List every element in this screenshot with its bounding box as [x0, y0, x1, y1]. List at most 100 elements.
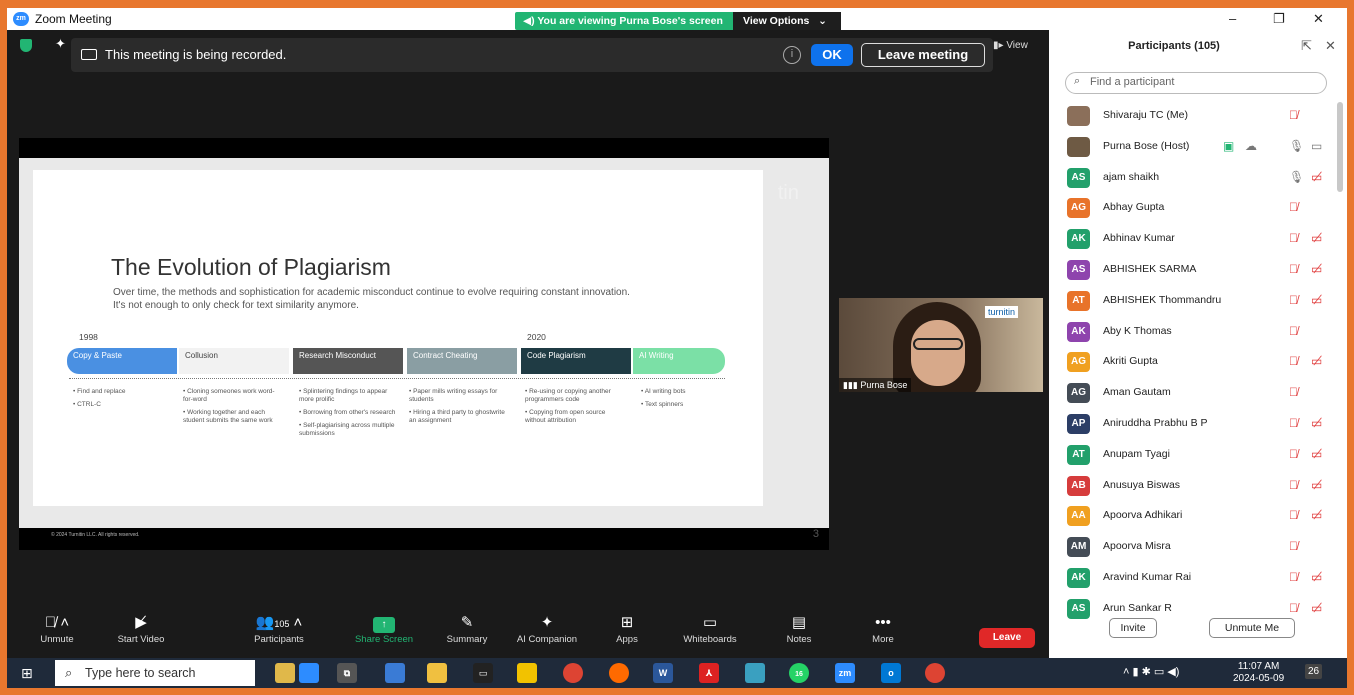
mic-muted-icon[interactable]: 🎙̸: [1289, 416, 1298, 430]
mic-muted-icon[interactable]: 🎙̸: [1289, 447, 1298, 461]
recording-icon: [81, 49, 97, 60]
chrome-profile-icon[interactable]: [925, 663, 945, 683]
close-panel-icon[interactable]: ✕: [1325, 38, 1336, 54]
video-off-icon[interactable]: ▭̸: [1311, 570, 1322, 584]
share-screen-button[interactable]: ↑ Share Screen: [351, 612, 417, 645]
clock[interactable]: 11:07 AM 2024-05-09: [1233, 661, 1284, 685]
popout-icon[interactable]: ⇱: [1301, 38, 1312, 54]
tray-icons[interactable]: ˄ ▮ ✱ ▭ ◀): [1123, 665, 1179, 678]
speaker-video[interactable]: turnitin ▮▮▮ Purna Bose: [839, 298, 1043, 392]
invite-button[interactable]: Invite: [1109, 618, 1157, 638]
participant-row[interactable]: AP Aniruddha Prabhu B P 🎙̸ ▭̸: [1049, 410, 1339, 441]
whatsapp-icon[interactable]: 16: [789, 663, 809, 683]
participant-row[interactable]: AK Aby K Thomas 🎙̸: [1049, 318, 1339, 349]
outlook-icon[interactable]: o: [881, 663, 901, 683]
view-options-button[interactable]: View Options ⌄: [733, 12, 841, 30]
participant-row[interactable]: AS ajam shaikh 🎙 ▭̸: [1049, 164, 1339, 195]
start-video-button[interactable]: ▶̸ Start Video: [111, 612, 171, 645]
notes-button[interactable]: ▤ Notes: [779, 612, 819, 645]
video-off-icon[interactable]: ▭̸: [1311, 447, 1322, 461]
mic-muted-icon[interactable]: 🎙̸: [1289, 108, 1298, 122]
task-view-icon[interactable]: ⧉: [337, 663, 357, 683]
participant-row[interactable]: AS Arun Sankar R 🎙̸ ▭̸: [1049, 595, 1339, 626]
participant-row[interactable]: Shivaraju TC (Me) 🎙̸: [1049, 102, 1339, 133]
participant-row[interactable]: Purna Bose (Host) ▣ ☁ 🎙 ▭: [1049, 133, 1339, 164]
chrome-icon[interactable]: [563, 663, 583, 683]
taskbar-app-icon[interactable]: [299, 663, 319, 683]
mic-muted-icon[interactable]: 🎙̸: [1289, 324, 1298, 338]
terminal-icon[interactable]: ▭: [473, 663, 493, 683]
acrobat-icon[interactable]: ⅄: [699, 663, 719, 683]
ai-spark-icon[interactable]: ✦: [55, 36, 66, 52]
participant-scrollbar[interactable]: [1337, 102, 1343, 192]
store-icon[interactable]: [385, 663, 405, 683]
video-off-icon[interactable]: ▭̸: [1311, 478, 1322, 492]
firefox-icon[interactable]: [609, 663, 629, 683]
ok-button[interactable]: OK: [811, 44, 853, 66]
participant-row[interactable]: AG Aman Gautam 🎙̸: [1049, 379, 1339, 410]
mic-muted-icon[interactable]: 🎙̸: [1289, 200, 1298, 214]
participant-row[interactable]: AG Abhay Gupta 🎙̸: [1049, 194, 1339, 225]
participant-row[interactable]: AK Abhinav Kumar 🎙̸ ▭̸: [1049, 225, 1339, 256]
mic-muted-icon[interactable]: 🎙̸: [1289, 570, 1298, 584]
file-explorer-icon[interactable]: [427, 663, 447, 683]
slide-bullet: • Borrowing from other's research: [299, 409, 396, 416]
security-shield-icon[interactable]: [20, 39, 32, 52]
video-off-icon[interactable]: ▭̸: [1311, 416, 1322, 430]
windows-start-icon[interactable]: ⊞: [21, 665, 33, 682]
mic-muted-icon[interactable]: 🎙̸: [1289, 262, 1298, 276]
mic-muted-icon[interactable]: 🎙̸: [1289, 385, 1298, 399]
zoom-taskbar-icon[interactable]: zm: [835, 663, 855, 683]
view-button[interactable]: ▮▸ View: [993, 40, 1028, 51]
participant-row[interactable]: AT ABHISHEK Thommandru 🎙̸ ▭̸: [1049, 287, 1339, 318]
participant-row[interactable]: AM Apoorva Misra 🎙̸: [1049, 533, 1339, 564]
participant-name: Akriti Gupta: [1103, 355, 1158, 368]
whiteboards-button[interactable]: ▭ Whiteboards: [675, 612, 745, 645]
close-icon[interactable]: ✕: [1313, 11, 1324, 27]
mic-icon[interactable]: 🎙: [1289, 170, 1304, 184]
participant-row[interactable]: AG Akriti Gupta 🎙̸ ▭̸: [1049, 348, 1339, 379]
participant-row[interactable]: AS ABHISHEK SARMA 🎙̸ ▭̸: [1049, 256, 1339, 287]
video-off-icon[interactable]: ▭̸: [1311, 231, 1322, 245]
slide-title: The Evolution of Plagiarism: [111, 254, 391, 280]
unmute-button[interactable]: 🎙̸ ˄ Unmute: [37, 612, 77, 645]
video-icon[interactable]: ▭: [1311, 139, 1322, 153]
mic-muted-icon[interactable]: 🎙̸: [1289, 354, 1298, 368]
word-icon[interactable]: W: [653, 663, 673, 683]
video-off-icon[interactable]: ▭̸: [1311, 601, 1322, 615]
mic-icon[interactable]: 🎙: [1289, 139, 1304, 153]
app-icon[interactable]: [745, 663, 765, 683]
leave-button[interactable]: Leave: [979, 628, 1035, 648]
participant-row[interactable]: AT Anupam Tyagi 🎙̸ ▭̸: [1049, 441, 1339, 472]
notification-icon[interactable]: 26: [1305, 664, 1323, 679]
apps-button[interactable]: ⊞ Apps: [607, 612, 647, 645]
summary-button[interactable]: ✎ Summary: [439, 612, 495, 645]
taskbar-app-icon[interactable]: [275, 663, 295, 683]
mic-muted-icon[interactable]: 🎙̸: [1289, 601, 1298, 615]
video-off-icon[interactable]: ▭̸: [1311, 354, 1322, 368]
participant-row[interactable]: AA Apoorva Adhikari 🎙̸ ▭̸: [1049, 502, 1339, 533]
info-icon[interactable]: i: [783, 46, 801, 64]
participants-button[interactable]: 👥105 ˄ Participants: [249, 612, 309, 645]
unmute-me-button[interactable]: Unmute Me: [1209, 618, 1295, 638]
participant-search-input[interactable]: ⌕ Find a participant: [1065, 72, 1327, 94]
slide-bullet: • Working together and each student subm…: [183, 409, 273, 424]
mic-muted-icon[interactable]: 🎙̸: [1289, 231, 1298, 245]
ai-companion-button[interactable]: ✦ AI Companion: [509, 612, 585, 645]
taskbar-search-input[interactable]: ⌕ Type here to search: [55, 660, 255, 686]
video-off-icon[interactable]: ▭̸: [1311, 262, 1322, 276]
mic-muted-icon[interactable]: 🎙̸: [1289, 539, 1298, 553]
video-off-icon[interactable]: ▭̸: [1311, 508, 1322, 522]
participant-row[interactable]: AK Aravind Kumar Rai 🎙̸ ▭̸: [1049, 564, 1339, 595]
leave-meeting-button[interactable]: Leave meeting: [861, 43, 985, 67]
minimize-icon[interactable]: –: [1229, 11, 1236, 26]
mic-muted-icon[interactable]: 🎙̸: [1289, 293, 1298, 307]
mic-muted-icon[interactable]: 🎙̸: [1289, 478, 1298, 492]
video-off-icon[interactable]: ▭̸: [1311, 293, 1322, 307]
more-button[interactable]: ••• More: [863, 612, 903, 645]
sticky-notes-icon[interactable]: [517, 663, 537, 683]
restore-icon[interactable]: ❐: [1273, 11, 1285, 27]
mic-muted-icon[interactable]: 🎙̸: [1289, 508, 1298, 522]
video-off-icon[interactable]: ▭̸: [1311, 170, 1322, 184]
participant-row[interactable]: AB Anusuya Biswas 🎙̸ ▭̸: [1049, 472, 1339, 503]
